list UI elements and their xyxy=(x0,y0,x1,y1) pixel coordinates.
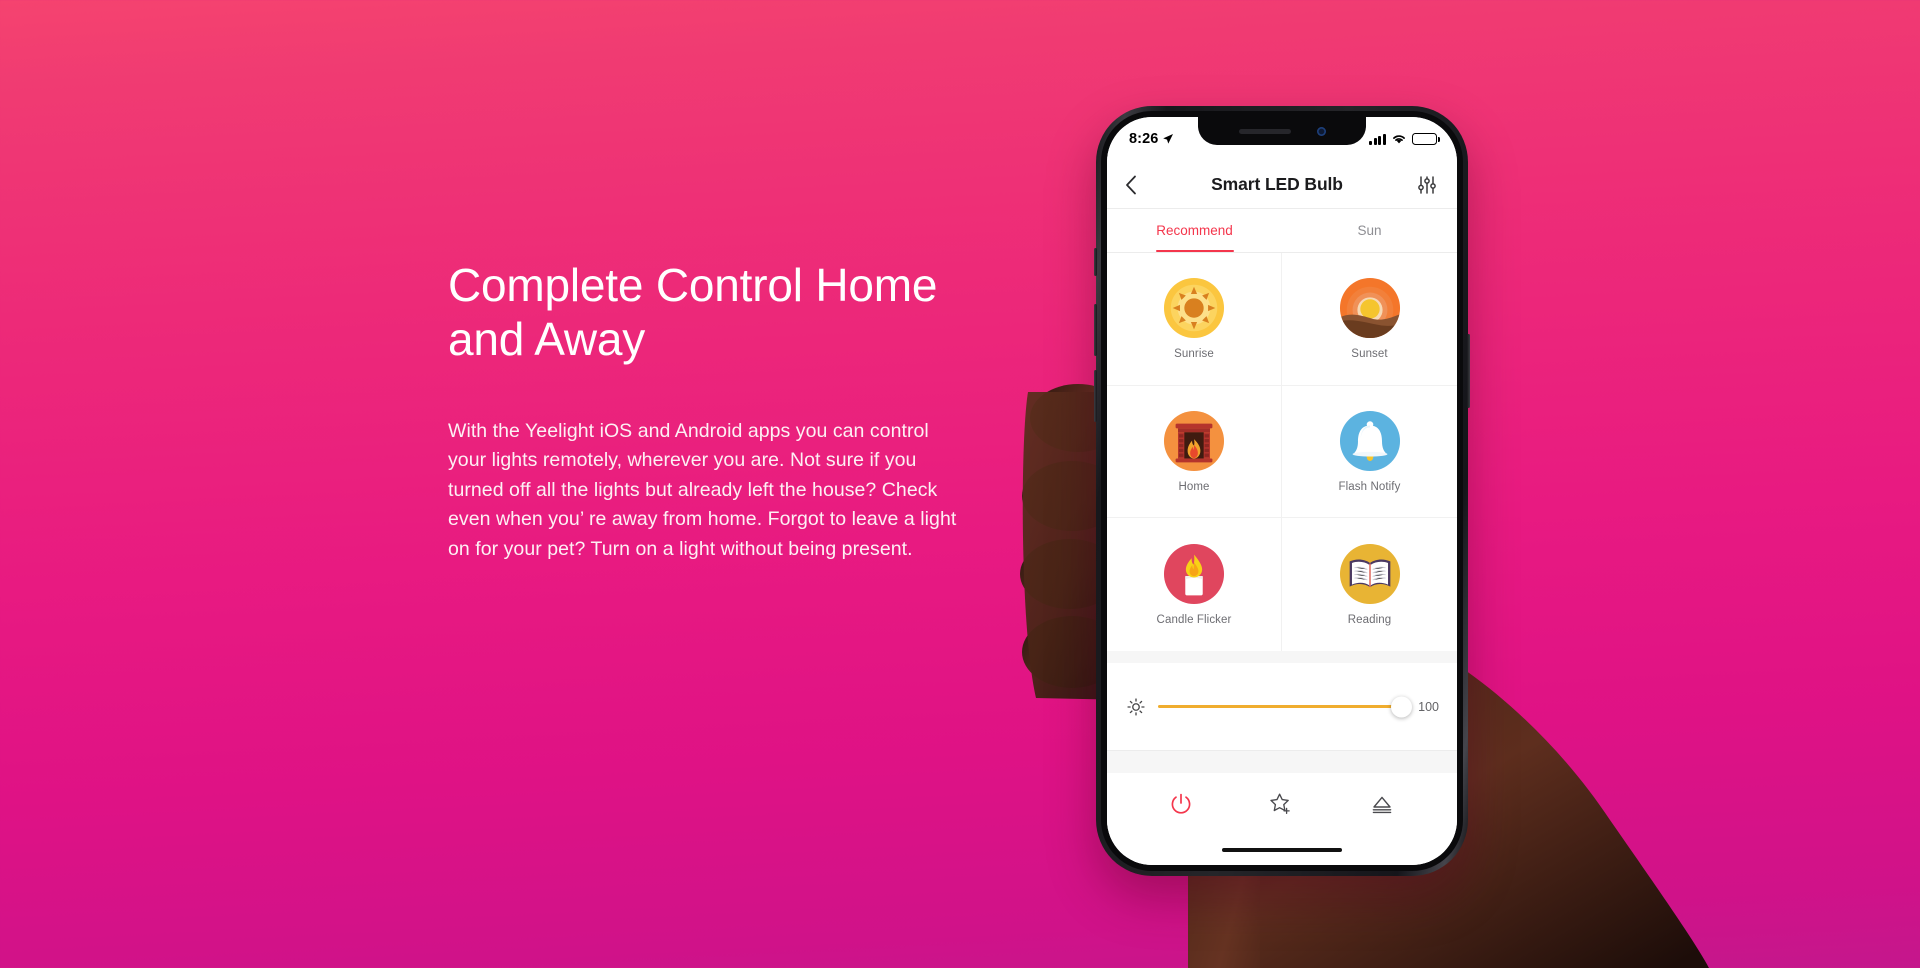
app-title: Smart LED Bulb xyxy=(1211,174,1343,194)
status-bar-indicators xyxy=(1369,133,1453,145)
app-nav-bar: Smart LED Bulb xyxy=(1107,161,1457,209)
scene-grid: Sunrise Sunset Home Flash Notify Candle … xyxy=(1107,253,1457,651)
bell-icon xyxy=(1339,410,1400,472)
tab-recommend-label: Recommend xyxy=(1156,223,1233,238)
scene-tabs: Recommend Sun xyxy=(1107,209,1457,253)
scene-item-sunset[interactable]: Sunset xyxy=(1282,253,1457,386)
chevron-left-icon xyxy=(1126,175,1136,194)
silent-switch-button[interactable] xyxy=(1094,248,1097,276)
brightness-slider-knob[interactable] xyxy=(1391,696,1412,717)
notch xyxy=(1198,117,1366,145)
brightness-sun-icon xyxy=(1127,697,1145,716)
phone-frame: 8:26 Smart LED Bulb Recommend Sun Sunris… xyxy=(1094,106,1470,876)
scene-label-candle-flicker: Candle Flicker xyxy=(1156,614,1232,627)
power-button[interactable] xyxy=(1169,792,1193,816)
scene-item-candle-flicker[interactable]: Candle Flicker xyxy=(1107,518,1282,651)
open-book-icon xyxy=(1339,544,1400,605)
wifi-icon xyxy=(1393,135,1405,144)
location-arrow-icon xyxy=(1163,134,1174,144)
settings-button[interactable] xyxy=(1417,175,1437,195)
eject-icon xyxy=(1373,796,1392,814)
brightness-control: 100 xyxy=(1107,663,1457,751)
sliders-icon xyxy=(1418,175,1436,194)
sunrise-icon xyxy=(1163,278,1225,339)
tab-sun[interactable]: Sun xyxy=(1282,209,1457,252)
tab-sun-label: Sun xyxy=(1357,223,1382,238)
earpiece-speaker-icon xyxy=(1238,128,1291,134)
scene-label-sunrise: Sunrise xyxy=(1174,348,1214,361)
scene-item-flash-notify[interactable]: Flash Notify xyxy=(1282,386,1457,519)
brightness-value: 100 xyxy=(1418,699,1439,714)
candle-icon xyxy=(1163,544,1225,605)
back-button[interactable] xyxy=(1125,175,1137,195)
app-bottom-bar xyxy=(1107,773,1457,835)
scene-label-flash-notify: Flash Notify xyxy=(1338,480,1401,493)
fireplace-icon xyxy=(1163,410,1225,472)
cellular-signal-icon xyxy=(1369,133,1386,145)
scene-item-reading[interactable]: Reading xyxy=(1282,518,1457,651)
scene-item-sunrise[interactable]: Sunrise xyxy=(1107,253,1282,386)
status-bar-time-group: 8:26 xyxy=(1129,131,1174,147)
status-bar-time: 8:26 xyxy=(1129,131,1159,147)
front-camera-icon xyxy=(1316,126,1326,136)
phone-power-button[interactable] xyxy=(1467,334,1470,408)
tab-recommend[interactable]: Recommend xyxy=(1107,209,1282,252)
scene-label-home: Home xyxy=(1178,480,1210,493)
scene-label-reading: Reading xyxy=(1347,614,1392,627)
phone-mockup: 8:26 Smart LED Bulb Recommend Sun Sunris… xyxy=(1094,106,1470,876)
scene-label-sunset: Sunset xyxy=(1351,348,1388,361)
bottom-spacer xyxy=(1107,751,1457,773)
home-indicator-area xyxy=(1107,835,1457,865)
scene-item-home[interactable]: Home xyxy=(1107,385,1282,519)
star-plus-icon xyxy=(1270,793,1290,815)
sunset-icon xyxy=(1339,278,1400,339)
add-favorite-button[interactable] xyxy=(1268,791,1294,817)
phone-screen: 8:26 Smart LED Bulb Recommend Sun Sunris… xyxy=(1107,117,1457,865)
eject-button[interactable] xyxy=(1369,792,1395,816)
hero-paragraph: With the Yeelight iOS and Android apps y… xyxy=(448,419,957,561)
battery-low-icon xyxy=(1412,133,1440,145)
status-bar: 8:26 xyxy=(1107,117,1457,161)
page-title: Complete Control Home and Away xyxy=(448,259,938,366)
home-indicator[interactable] xyxy=(1222,847,1342,853)
volume-up-button[interactable] xyxy=(1094,304,1097,356)
section-divider xyxy=(1107,651,1457,663)
power-icon xyxy=(1171,793,1191,814)
brightness-slider[interactable] xyxy=(1158,696,1412,717)
hero-text-column: Complete Control Home and Away With the … xyxy=(448,258,1048,565)
volume-down-button[interactable] xyxy=(1094,370,1097,422)
